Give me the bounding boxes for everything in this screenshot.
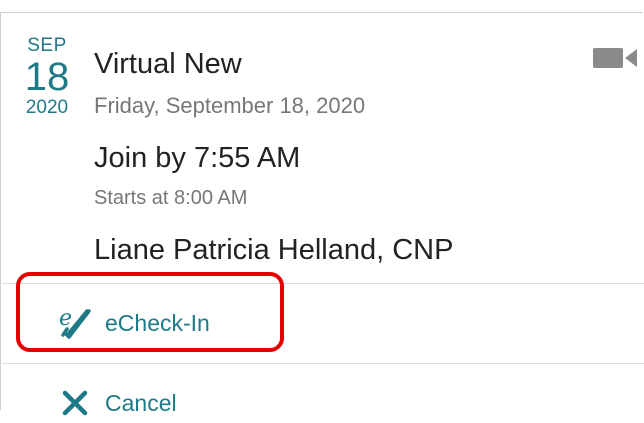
divider — [2, 283, 644, 284]
echeckin-label: eCheck-In — [105, 310, 210, 336]
video-camera-icon — [593, 48, 637, 68]
divider — [2, 363, 644, 364]
provider-name: Liane Patricia Helland, CNP — [94, 234, 454, 266]
close-icon — [62, 390, 88, 416]
echeckin-button[interactable]: e eCheck-In — [57, 301, 210, 345]
echeckin-icon: e — [59, 306, 91, 339]
cancel-label: Cancel — [105, 390, 177, 416]
date-year: 2020 — [25, 97, 69, 118]
date-day: 18 — [24, 55, 70, 99]
appointment-date-block: SEP 18 2020 — [15, 35, 79, 119]
date-month: SEP — [27, 35, 67, 56]
start-time: Starts at 8:00 AM — [94, 187, 248, 209]
appointment-full-date: Friday, September 18, 2020 — [94, 93, 366, 118]
appointment-title: Virtual New — [94, 48, 242, 80]
svg-text:e: e — [59, 306, 72, 331]
join-by-time: Join by 7:55 AM — [94, 142, 301, 174]
appointment-card: SEP 18 2020 Virtual New Friday, Septembe… — [0, 12, 644, 416]
cancel-button[interactable]: Cancel — [57, 383, 177, 423]
